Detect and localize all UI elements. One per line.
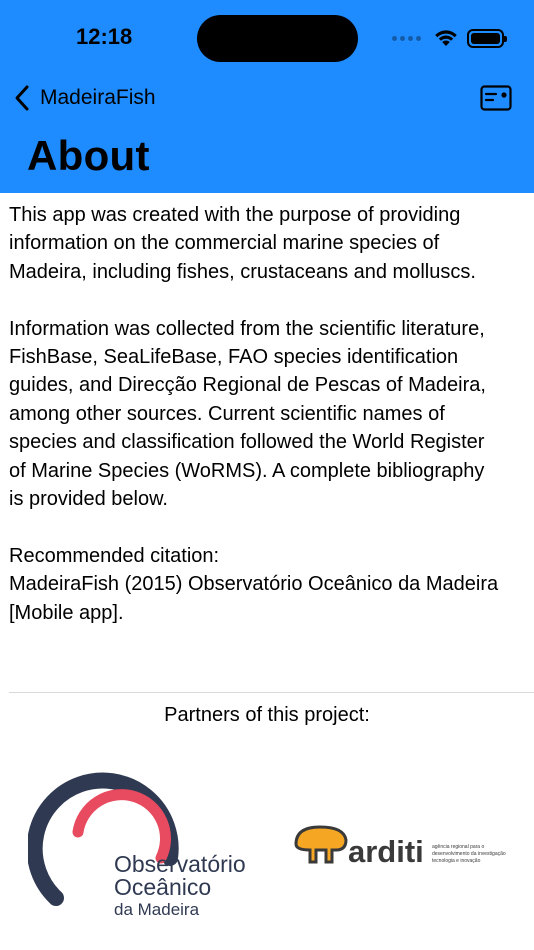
wifi-icon — [435, 30, 457, 46]
arditi-logo: arditi agência regional para o desenvolv… — [294, 825, 506, 869]
back-button[interactable]: MadeiraFish — [14, 82, 156, 114]
status-icons — [392, 26, 507, 50]
sources-paragraph: Information was collected from the scien… — [9, 317, 486, 511]
partners-title: Partners of this project: — [164, 704, 370, 726]
svg-text:desenvolvimento da investigaçã: desenvolvimento da investigação — [432, 851, 506, 857]
svg-text:Oceânico: Oceânico — [114, 874, 211, 900]
dynamic-island — [197, 15, 358, 62]
divider — [9, 692, 534, 693]
about-text: This app was created with the purpose of… — [9, 201, 534, 627]
card-icon[interactable] — [480, 85, 512, 111]
status-time: 12:18 — [76, 24, 133, 49]
svg-text:agência regional para o: agência regional para o — [432, 844, 484, 850]
page-title: About — [27, 132, 150, 179]
citation-paragraph: Recommended citation: MadeiraFish (2015)… — [9, 544, 499, 624]
battery-icon — [467, 28, 507, 48]
navigation-header: 12:18 MadeiraFish About — [0, 0, 534, 193]
back-button-label: MadeiraFish — [40, 86, 156, 109]
chevron-left-icon — [15, 85, 29, 111]
svg-text:arditi: arditi — [348, 834, 424, 869]
intro-paragraph: This app was created with the purpose of… — [9, 204, 476, 283]
svg-text:da Madeira: da Madeira — [114, 900, 200, 919]
cellular-signal-icon — [392, 35, 421, 41]
observatorio-oceanico-logo: Observatório Oceânico da Madeira — [28, 772, 246, 919]
svg-text:tecnologia e inovação: tecnologia e inovação — [432, 858, 481, 864]
